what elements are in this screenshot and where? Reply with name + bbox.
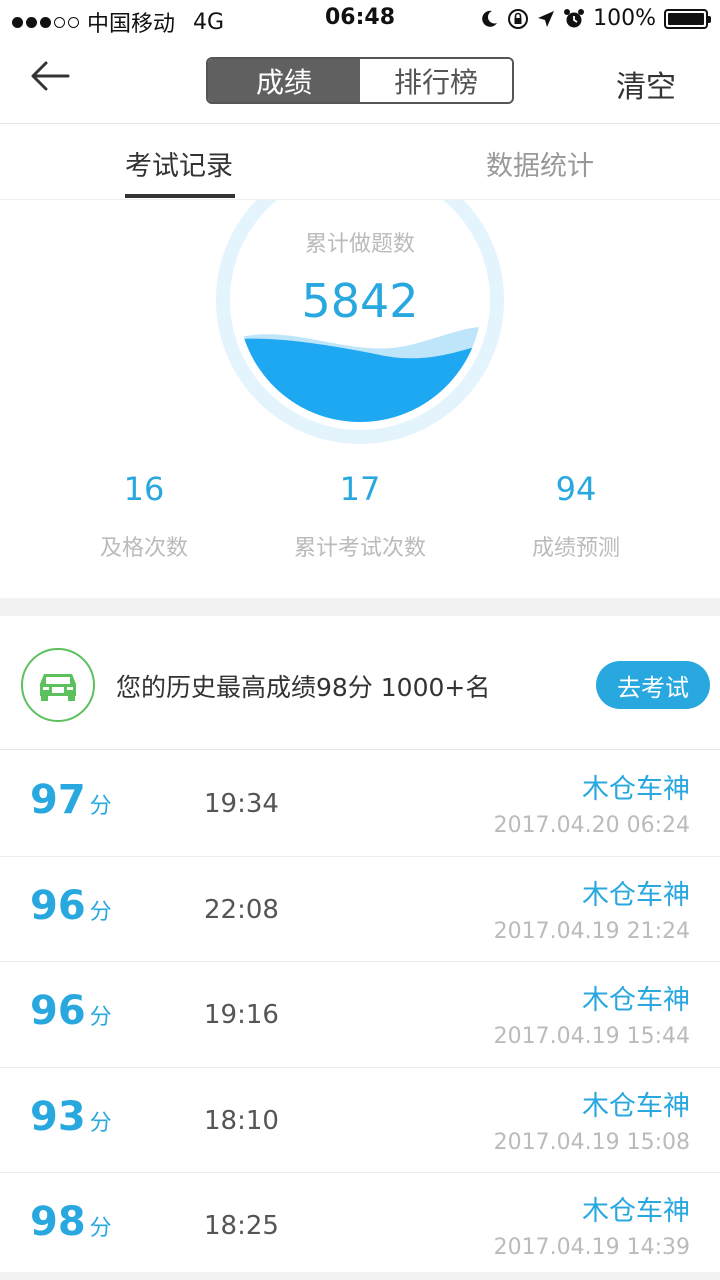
score-value: 93 <box>30 1093 86 1140</box>
stat-exam-count: 17 累计考试次数 <box>240 470 480 562</box>
record-score: 97 分 <box>30 777 112 823</box>
stat-label: 累计考试次数 <box>293 536 426 561</box>
record-date: 2017.04.19 21:24 <box>493 918 690 944</box>
record-duration: 22:08 <box>204 894 279 925</box>
record-name: 木仓车神 <box>582 879 690 911</box>
segmented-control: 成绩 排行榜 <box>206 57 514 104</box>
back-arrow-icon <box>31 61 70 91</box>
exam-record-list: 97 分 19:34 木仓车神 2017.04.20 06:24 96 分 22:0… <box>0 751 720 1279</box>
record-row[interactable]: 96 分 19:16 木仓车神 2017.04.19 15:44 <box>0 962 720 1068</box>
record-date: 2017.04.20 06:24 <box>493 813 690 838</box>
record-score: 96 分 <box>30 988 112 1034</box>
record-score: 98 分 <box>30 1199 112 1245</box>
score-value: 96 <box>30 988 86 1034</box>
score-unit: 分 <box>89 794 112 819</box>
score-value: 98 <box>30 1199 86 1245</box>
record-date: 2017.04.19 14:39 <box>493 1235 690 1260</box>
clear-button[interactable]: 清空 <box>616 62 676 106</box>
stat-value: 94 <box>555 470 597 508</box>
tab-bar: 考试记录 数据统计 <box>0 124 720 200</box>
bottom-strip <box>0 1272 720 1280</box>
score-unit: 分 <box>89 1005 112 1030</box>
location-arrow-icon <box>538 10 555 27</box>
record-row[interactable]: 93 分 18:10 木仓车神 2017.04.19 15:08 <box>0 1068 720 1173</box>
record-row[interactable]: 98 分 18:25 木仓车神 2017.04.19 14:39 <box>0 1173 720 1279</box>
segment-ranking[interactable]: 排行榜 <box>360 59 512 102</box>
question-count-panel: 累计做题数 5842 16 及格次数 17 累计考试次数 94 成绩预测 <box>0 200 720 600</box>
record-duration: 18:25 <box>204 1211 279 1241</box>
tab-exam-records[interactable]: 考试记录 <box>125 144 233 183</box>
stat-value: 17 <box>339 470 381 508</box>
record-score: 96 分 <box>30 883 112 929</box>
car-icon <box>21 648 95 722</box>
back-button[interactable] <box>28 58 76 98</box>
gauge-label: 累计做题数 <box>304 232 415 257</box>
record-name: 木仓车神 <box>582 774 690 805</box>
status-bar: 中国移动 4G 06:48 100% <box>0 0 720 40</box>
score-value: 97 <box>30 777 86 823</box>
best-score-text: 您的历史最高成绩98分 1000+名 <box>116 673 491 702</box>
record-name: 木仓车神 <box>582 1090 690 1122</box>
take-exam-button[interactable]: 去考试 <box>596 661 710 709</box>
alarm-icon <box>564 8 585 27</box>
status-right: 100% <box>479 6 711 31</box>
record-row[interactable]: 97 分 19:34 木仓车神 2017.04.20 06:24 <box>0 751 720 857</box>
rotation-lock-icon <box>508 8 529 29</box>
segment-scores[interactable]: 成绩 <box>208 59 360 102</box>
record-score: 93 分 <box>30 1094 112 1140</box>
record-name: 木仓车神 <box>582 1196 690 1227</box>
record-duration: 19:34 <box>204 789 279 819</box>
score-unit: 分 <box>89 1110 112 1136</box>
best-score-banner: 您的历史最高成绩98分 1000+名 去考试 <box>0 616 720 750</box>
stat-label: 成绩预测 <box>531 536 620 561</box>
record-date: 2017.04.19 15:44 <box>493 1024 690 1049</box>
section-divider <box>0 598 720 616</box>
stat-score-prediction: 94 成绩预测 <box>456 470 696 562</box>
record-date: 2017.04.19 15:08 <box>493 1129 690 1155</box>
gauge-value: 5842 <box>301 274 419 328</box>
stat-pass-count: 16 及格次数 <box>24 470 264 562</box>
record-duration: 19:16 <box>204 1000 279 1030</box>
record-name: 木仓车神 <box>582 985 690 1016</box>
stat-label: 及格次数 <box>99 536 188 561</box>
moon-icon <box>482 10 498 27</box>
stat-value: 16 <box>123 470 165 508</box>
score-value: 96 <box>30 882 86 929</box>
score-unit: 分 <box>89 899 112 925</box>
battery-percent: 100% <box>593 6 656 31</box>
stats-row: 16 及格次数 17 累计考试次数 94 成绩预测 <box>0 470 720 570</box>
nav-bar: 成绩 排行榜 清空 <box>0 40 720 124</box>
record-row[interactable]: 96 分 22:08 木仓车神 2017.04.19 21:24 <box>0 857 720 962</box>
tab-active-indicator <box>125 194 235 198</box>
tab-data-statistics[interactable]: 数据统计 <box>486 144 594 183</box>
record-duration: 18:10 <box>204 1105 279 1136</box>
battery-icon <box>664 8 711 29</box>
score-unit: 分 <box>89 1216 112 1241</box>
